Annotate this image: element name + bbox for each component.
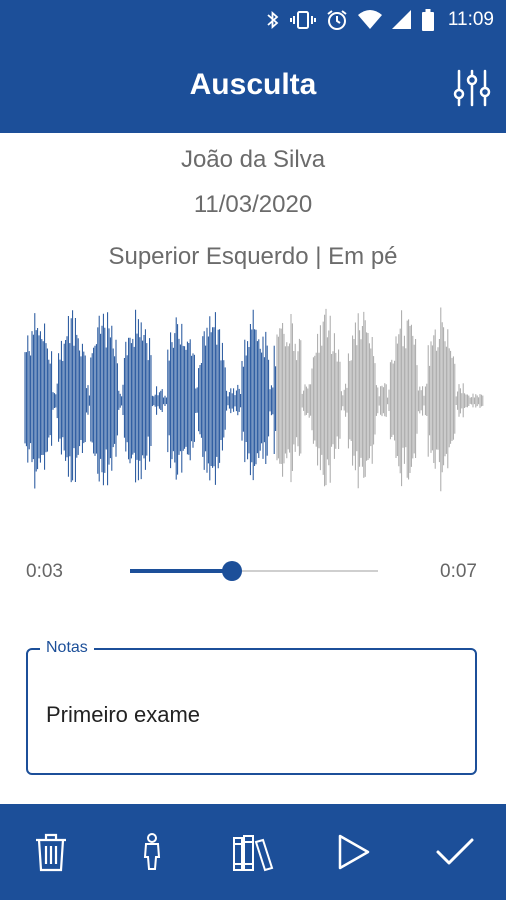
recording-date: 11/03/2020 [193, 191, 313, 218]
check-icon [436, 838, 474, 865]
patient-name: João da Silva [180, 146, 326, 173]
auscultation-location: Superior Esquerdo | Em pé [108, 243, 398, 270]
bluetooth-icon [267, 10, 279, 30]
audio-waveform[interactable] [24, 296, 484, 506]
delete-button[interactable] [23, 824, 79, 880]
person-icon [143, 833, 160, 870]
battery-icon [421, 9, 434, 31]
slider-thumb[interactable] [221, 561, 242, 581]
vibrate-icon [289, 11, 316, 29]
status-time: 11:09 [447, 9, 494, 30]
trash-icon [35, 833, 66, 872]
bottom-toolbar [0, 804, 506, 900]
notes-value[interactable]: Primeiro exame [46, 702, 200, 728]
playback-slider[interactable] [130, 558, 378, 584]
patient-button[interactable] [124, 824, 180, 880]
books-icon [232, 835, 274, 872]
app-bar: Ausculta [0, 40, 506, 133]
wifi-icon [357, 10, 382, 29]
filter-button[interactable] [450, 66, 494, 110]
status-icons: 11:09 [266, 8, 494, 32]
library-button[interactable] [225, 824, 281, 880]
notes-label: Notas [40, 639, 94, 657]
total-time: 0:07 [440, 561, 477, 582]
confirm-button[interactable] [427, 824, 483, 880]
page-title: Ausculta [189, 68, 317, 101]
slider-fill [130, 569, 232, 573]
play-icon [338, 834, 370, 870]
play-button[interactable] [326, 824, 382, 880]
status-bar: 11:09 [0, 0, 506, 40]
alarm-icon [327, 10, 347, 30]
current-time: 0:03 [26, 561, 63, 582]
filter-sliders-icon [453, 69, 491, 107]
signal-icon [391, 10, 411, 29]
notes-field[interactable]: Notas Primeiro exame [26, 639, 477, 775]
